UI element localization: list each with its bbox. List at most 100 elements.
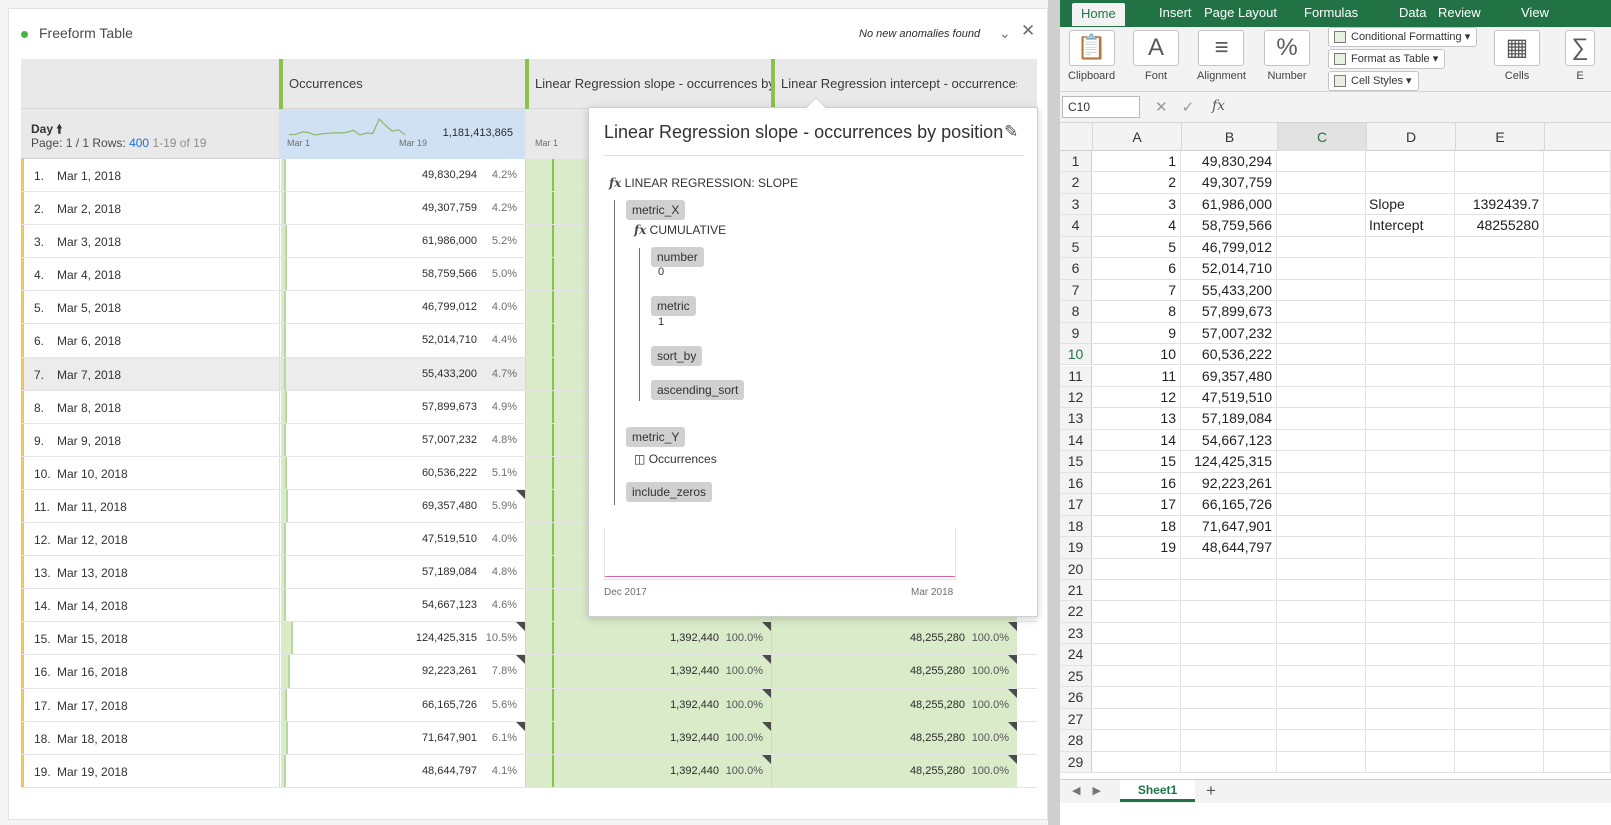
cell-b[interactable]: 52,014,710: [1181, 258, 1277, 279]
cell-a[interactable]: 3: [1092, 193, 1181, 215]
cell-a[interactable]: [1092, 622, 1181, 644]
cell-c[interactable]: [1277, 751, 1366, 773]
cell-b[interactable]: 54,667,123: [1181, 429, 1277, 451]
dimension-cell[interactable]: 1. Mar 1, 2018: [21, 159, 279, 192]
cell-d[interactable]: [1366, 687, 1455, 708]
row-header[interactable]: 16: [1060, 472, 1092, 494]
cell-b[interactable]: 55,433,200: [1181, 279, 1277, 301]
dimension-cell[interactable]: 4. Mar 4, 2018: [21, 258, 279, 291]
tab-insert[interactable]: Insert: [1159, 5, 1192, 20]
occurrences-cell[interactable]: 57,007,232 4.8%: [279, 423, 525, 456]
cell-f[interactable]: [1544, 365, 1611, 386]
intercept-cell[interactable]: 48,255,280 100.0%: [771, 754, 1017, 787]
row-header[interactable]: 3: [1060, 193, 1092, 215]
prev-sheet-icon[interactable]: ◀: [1072, 785, 1092, 797]
cell-d[interactable]: [1366, 751, 1455, 773]
next-sheet-icon[interactable]: ▶: [1092, 785, 1112, 797]
cell-b[interactable]: [1181, 644, 1277, 665]
column-header-a[interactable]: A: [1092, 123, 1181, 151]
cell-c[interactable]: [1277, 580, 1366, 601]
cell-b[interactable]: 71,647,901: [1181, 515, 1277, 537]
cell-c[interactable]: [1277, 408, 1366, 429]
font-group[interactable]: A Font: [1133, 30, 1179, 82]
cell-f[interactable]: [1544, 408, 1611, 429]
cell-f[interactable]: [1544, 279, 1611, 301]
cell-e[interactable]: [1455, 644, 1544, 665]
cell-a[interactable]: 8: [1092, 301, 1181, 322]
cell-a[interactable]: 17: [1092, 494, 1181, 515]
row-header[interactable]: 21: [1060, 580, 1092, 601]
cell-a[interactable]: [1092, 601, 1181, 622]
cell-c[interactable]: [1277, 494, 1366, 515]
cell-f[interactable]: [1544, 558, 1611, 579]
cell-f[interactable]: [1544, 622, 1611, 644]
chevron-down-icon[interactable]: ⌄: [999, 25, 1011, 42]
cell-d[interactable]: [1366, 665, 1455, 687]
row-header[interactable]: 18: [1060, 515, 1092, 537]
cell-e[interactable]: [1455, 515, 1544, 537]
cell-d[interactable]: [1366, 515, 1455, 537]
row-header[interactable]: 23: [1060, 622, 1092, 644]
cell-c[interactable]: [1277, 687, 1366, 708]
cell-c[interactable]: [1277, 515, 1366, 537]
row-header[interactable]: 22: [1060, 601, 1092, 622]
slope-cell[interactable]: 1,392,440 100.0%: [525, 688, 771, 721]
cell-a[interactable]: [1092, 644, 1181, 665]
cell-f[interactable]: [1544, 386, 1611, 408]
cell-a[interactable]: 15: [1092, 451, 1181, 472]
cell-e[interactable]: [1455, 172, 1544, 193]
cell-b[interactable]: [1181, 601, 1277, 622]
occurrences-cell[interactable]: 52,014,710 4.4%: [279, 324, 525, 357]
cell-c[interactable]: [1277, 172, 1366, 193]
cell-d[interactable]: [1366, 172, 1455, 193]
cell-b[interactable]: 124,425,315: [1181, 451, 1277, 472]
cell-e[interactable]: [1455, 451, 1544, 472]
tab-review[interactable]: Review: [1438, 5, 1481, 20]
cell-f[interactable]: [1544, 322, 1611, 344]
cell-e[interactable]: [1455, 580, 1544, 601]
intercept-cell[interactable]: 48,255,280 100.0%: [771, 688, 1017, 721]
cell-a[interactable]: [1092, 730, 1181, 751]
dimension-cell[interactable]: 13. Mar 13, 2018: [21, 556, 279, 589]
cell-b[interactable]: [1181, 751, 1277, 773]
cell-styles-button[interactable]: Cell Styles ▾: [1328, 71, 1419, 91]
cell-e[interactable]: [1455, 730, 1544, 751]
cell-a[interactable]: [1092, 751, 1181, 773]
cell-a[interactable]: 16: [1092, 472, 1181, 494]
cell-a[interactable]: 4: [1092, 215, 1181, 236]
slope-cell[interactable]: 1,392,440 100.0%: [525, 754, 771, 787]
column-header-b[interactable]: B: [1181, 123, 1277, 151]
row-header[interactable]: 19: [1060, 537, 1092, 558]
occurrences-cell[interactable]: 49,307,759 4.2%: [279, 192, 525, 225]
cell-b[interactable]: [1181, 730, 1277, 751]
cell-e[interactable]: 1392439.7: [1455, 193, 1544, 215]
cell-b[interactable]: [1181, 708, 1277, 730]
row-header[interactable]: 29: [1060, 751, 1092, 773]
cell-f[interactable]: [1544, 451, 1611, 472]
cell-f[interactable]: [1544, 472, 1611, 494]
occurrences-cell[interactable]: 47,519,510 4.0%: [279, 523, 525, 556]
cell-a[interactable]: [1092, 580, 1181, 601]
row-header[interactable]: 20: [1060, 558, 1092, 579]
cell-a[interactable]: 6: [1092, 258, 1181, 279]
row-header[interactable]: 6: [1060, 258, 1092, 279]
cell-a[interactable]: 18: [1092, 515, 1181, 537]
dimension-cell[interactable]: 12. Mar 12, 2018: [21, 523, 279, 556]
column-header-occurrences[interactable]: Occurrences: [279, 59, 525, 109]
cell-a[interactable]: 13: [1092, 408, 1181, 429]
table-row[interactable]: 15. Mar 15, 2018 124,425,315 10.5% 1,392,440…: [21, 622, 1037, 656]
row-header[interactable]: 9: [1060, 322, 1092, 344]
cell-b[interactable]: [1181, 558, 1277, 579]
dimension-cell[interactable]: 15. Mar 15, 2018: [21, 622, 279, 655]
cell-e[interactable]: [1455, 322, 1544, 344]
cell-e[interactable]: [1455, 537, 1544, 558]
cell-b[interactable]: [1181, 580, 1277, 601]
cell-f[interactable]: [1544, 429, 1611, 451]
cell-e[interactable]: [1455, 344, 1544, 365]
cell-e[interactable]: [1455, 687, 1544, 708]
cell-d[interactable]: [1366, 472, 1455, 494]
cell-e[interactable]: [1455, 558, 1544, 579]
dimension-cell[interactable]: 19. Mar 19, 2018: [21, 754, 279, 787]
cell-e[interactable]: [1455, 751, 1544, 773]
cell-c[interactable]: [1277, 708, 1366, 730]
